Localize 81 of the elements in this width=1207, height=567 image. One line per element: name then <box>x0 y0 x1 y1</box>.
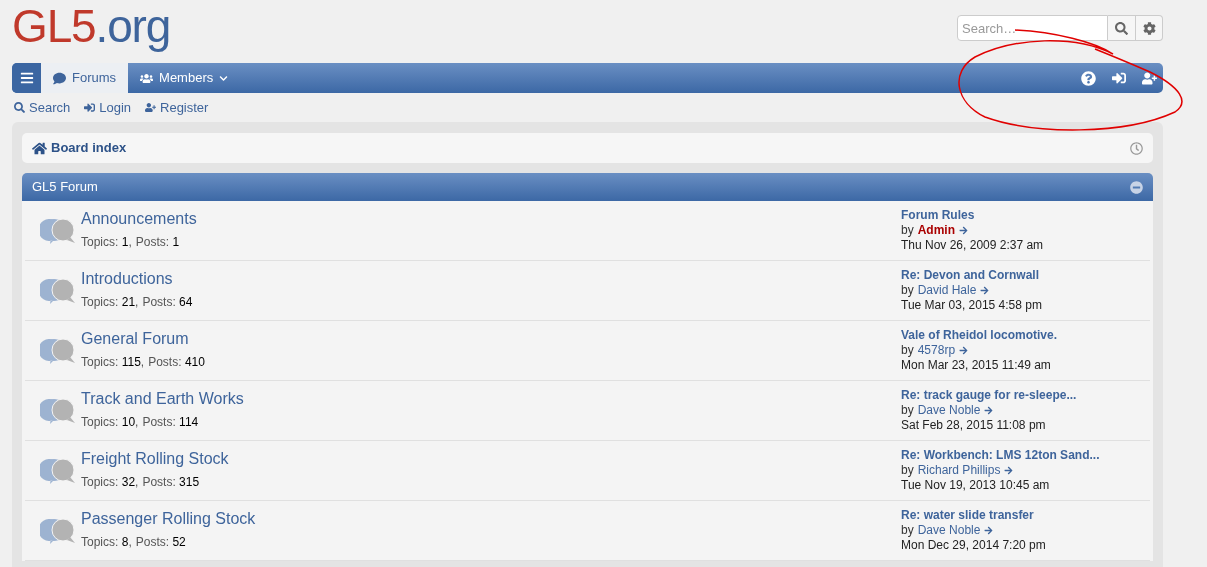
by-label: by <box>901 343 914 358</box>
menu-button[interactable] <box>12 63 41 93</box>
topics-count: Topics: 21, <box>81 294 139 311</box>
topics-count: Topics: 115, <box>81 354 145 371</box>
posts-count: Posts: 114 <box>142 414 199 431</box>
speech-bubble-icon <box>53 71 66 85</box>
forum-title[interactable]: Track and Earth Works <box>81 390 901 408</box>
post-date: Tue Mar 03, 2015 4:58 pm <box>901 298 1043 313</box>
topics-count: Topics: 8, <box>81 534 132 551</box>
posts-count: Posts: 410 <box>148 354 205 371</box>
category-title: GL5 Forum <box>32 178 98 197</box>
menu-icon <box>19 71 34 85</box>
by-label: by <box>901 403 914 418</box>
arrow-right-icon[interactable] <box>1004 466 1014 475</box>
posts-count: Posts: 52 <box>135 534 186 551</box>
by-label: by <box>901 223 914 238</box>
last-post-title[interactable]: Re: Devon and Cornwall <box>901 268 1150 283</box>
search-icon <box>14 102 25 113</box>
post-date: Mon Dec 29, 2014 7:20 pm <box>901 538 1047 553</box>
last-post-title[interactable]: Vale of Rheidol locomotive. <box>901 328 1150 343</box>
arrow-right-icon[interactable] <box>980 286 990 295</box>
last-post-title[interactable]: Re: Workbench: LMS 12ton Sand... <box>901 448 1150 463</box>
breadcrumb-link[interactable]: Board index <box>32 138 127 158</box>
posts-count: Posts: 64 <box>142 294 193 311</box>
search-field[interactable]: Search… <box>957 15 1108 41</box>
chat-bubbles-icon <box>40 216 76 245</box>
search-icon <box>1115 21 1128 35</box>
chevron-down-icon <box>219 73 229 83</box>
quick-link[interactable]: Register <box>145 97 209 118</box>
post-date: Tue Nov 19, 2013 10:45 am <box>901 478 1051 493</box>
login-icon <box>84 102 96 113</box>
gear-icon <box>1142 21 1156 35</box>
help-icon[interactable] <box>1081 70 1096 86</box>
topics-count: Topics: 1, <box>81 234 132 251</box>
last-post-title[interactable]: Re: water slide transfer <box>901 508 1150 523</box>
arrow-right-icon[interactable] <box>984 406 994 415</box>
arrow-right-icon[interactable] <box>959 346 969 355</box>
topics-count: Topics: 10, <box>81 414 139 431</box>
chat-bubbles-icon <box>40 276 76 305</box>
by-label: by <box>901 523 914 538</box>
user-plus-icon <box>145 102 156 113</box>
author-link[interactable]: Richard Phillips <box>917 463 1001 478</box>
author-link[interactable]: Dave Noble <box>917 523 981 538</box>
nav-tab[interactable]: Forums <box>41 63 129 93</box>
user-plus-icon[interactable] <box>1142 70 1157 86</box>
forum-title[interactable]: Introductions <box>81 270 901 288</box>
post-date: Sat Feb 28, 2015 11:08 pm <box>901 418 1047 433</box>
author-link[interactable]: Dave Noble <box>917 403 981 418</box>
settings-button[interactable] <box>1136 15 1163 41</box>
forum-title[interactable]: Announcements <box>81 210 901 228</box>
forum-title[interactable]: Passenger Rolling Stock <box>81 510 901 528</box>
chat-bubbles-icon <box>40 456 76 485</box>
chat-bubbles-icon <box>40 336 76 365</box>
topics-count: Topics: 32, <box>81 474 139 491</box>
forum-title[interactable]: General Forum <box>81 330 901 348</box>
last-post-title[interactable]: Re: track gauge for re-sleepe... <box>901 388 1150 403</box>
post-date: Mon Mar 23, 2015 11:49 am <box>901 358 1052 373</box>
login-icon[interactable] <box>1112 71 1126 85</box>
author-link[interactable]: Admin <box>917 223 956 238</box>
chat-bubbles-icon <box>40 396 76 425</box>
quick-link[interactable]: Login <box>84 97 131 118</box>
nav-tab[interactable]: Members <box>128 63 241 93</box>
by-label: by <box>901 283 914 298</box>
posts-count: Posts: 1 <box>135 234 180 251</box>
quick-link[interactable]: Search <box>14 97 71 118</box>
author-link[interactable]: 4578rp <box>917 343 956 358</box>
arrow-right-icon[interactable] <box>984 526 994 535</box>
users-icon <box>140 71 154 85</box>
site-logo[interactable]: GL5.org <box>12 0 171 54</box>
clock-icon[interactable] <box>1130 141 1143 155</box>
chat-bubbles-icon <box>40 516 76 545</box>
last-post-title[interactable]: Forum Rules <box>901 208 1150 223</box>
collapse-icon[interactable] <box>1130 180 1143 194</box>
search-button[interactable] <box>1108 15 1136 41</box>
post-date: Thu Nov 26, 2009 2:37 am <box>901 238 1045 253</box>
author-link[interactable]: David Hale <box>917 283 977 298</box>
by-label: by <box>901 463 914 478</box>
forum-title[interactable]: Freight Rolling Stock <box>81 450 901 468</box>
home-icon <box>32 140 47 156</box>
arrow-right-icon[interactable] <box>959 226 969 235</box>
posts-count: Posts: 315 <box>142 474 200 491</box>
